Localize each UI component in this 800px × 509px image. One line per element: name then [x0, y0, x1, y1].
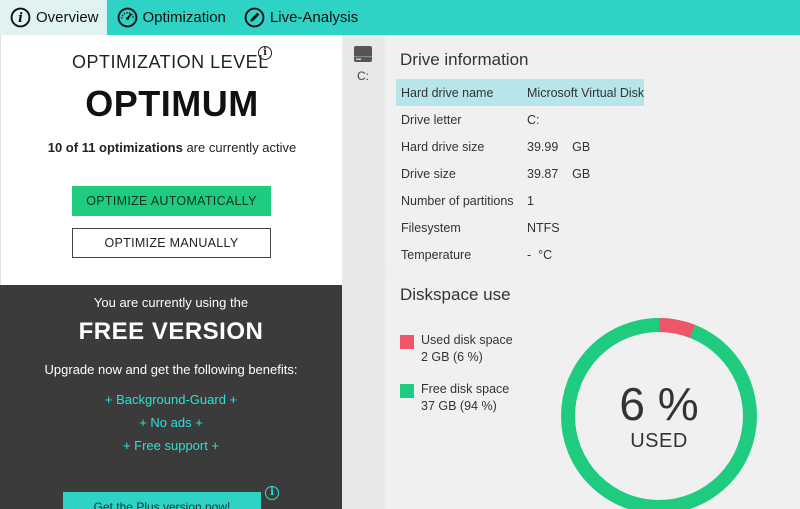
info-key: Number of partitions	[401, 194, 514, 208]
benefit-item: + Free support +	[122, 438, 220, 453]
info-row-hard-drive-name: Hard drive name Microsoft Virtual Disk	[396, 79, 644, 106]
info-row-partitions: Number of partitions 1	[396, 187, 644, 214]
upgrade-benefits-text: Upgrade now and get the following benefi…	[44, 362, 298, 377]
info-icon[interactable]: i	[258, 46, 272, 60]
info-key: Drive letter	[401, 113, 462, 127]
info-icon[interactable]: i	[265, 486, 279, 500]
tab-overview[interactable]: i Overview	[0, 0, 107, 35]
tab-optimization[interactable]: Optimization	[107, 0, 234, 35]
used-percent: 6 %	[619, 378, 699, 430]
used-caption: USED	[630, 430, 688, 452]
optimizations-count: 10 of 11 optimizations	[47, 140, 183, 155]
diskspace-panel: Diskspace use Used disk space 2 GB (6 %)…	[386, 273, 800, 509]
tab-bar: i Overview Optimization Live-Analysis	[0, 0, 800, 35]
free-legend-value: 37 GB (94 %)	[421, 399, 497, 413]
hard-drive-icon[interactable]	[353, 45, 373, 63]
optimizations-suffix: are currently active	[182, 140, 297, 155]
used-legend: Used disk space 2 GB (6 %)	[421, 332, 513, 366]
optimization-level-heading: OPTIMIZATION LEVEL	[72, 52, 269, 72]
info-key: Hard drive size	[401, 140, 485, 154]
info-value: Microsoft Virtual Disk	[527, 86, 645, 100]
drive-information-title: Drive information	[400, 50, 529, 69]
info-value: - °C	[527, 248, 553, 262]
free-version-heading: FREE VERSION	[78, 318, 264, 345]
info-row-drive-size: Drive size 39.87 GB	[396, 160, 644, 187]
info-row-filesystem: Filesystem NTFS	[396, 214, 644, 241]
free-legend: Free disk space 37 GB (94 %)	[421, 381, 509, 415]
info-value: NTFS	[527, 221, 560, 235]
info-key: Drive size	[401, 167, 456, 181]
get-plus-version-button[interactable]: Get the Plus version now!	[63, 492, 261, 509]
info-key: Filesystem	[401, 221, 461, 235]
used-legend-value: 2 GB (6 %)	[421, 350, 483, 364]
drive-label-c[interactable]: C:	[342, 69, 384, 83]
drive-list: C:	[342, 35, 384, 509]
optimization-panel: OPTIMIZATION LEVEL i OPTIMUM 10 of 11 op…	[0, 35, 342, 285]
free-legend-label: Free disk space	[421, 382, 510, 396]
info-row-drive-letter: Drive letter C:	[396, 106, 644, 133]
benefit-item: + No ads +	[139, 415, 203, 430]
optimizations-active-text: 10 of 11 optimizations are currently act…	[1, 140, 343, 155]
info-value: C:	[527, 113, 540, 127]
tab-optimization-label: Optimization	[142, 9, 226, 26]
info-row-hard-drive-size: Hard drive size 39.99 GB	[396, 133, 644, 160]
current-version-text: You are currently using the	[93, 295, 249, 310]
info-value: 1	[527, 194, 534, 208]
optimization-level-value: OPTIMUM	[85, 83, 259, 124]
info-value: 39.87 GB	[527, 167, 591, 181]
optimize-automatically-button[interactable]: OPTIMIZE AUTOMATICALLY	[72, 186, 271, 216]
pencil-icon	[244, 7, 265, 28]
upgrade-panel: You are currently using the FREE VERSION…	[0, 285, 342, 509]
info-value: 39.99 GB	[527, 140, 591, 154]
diskspace-title: Diskspace use	[400, 285, 511, 304]
info-key: Hard drive name	[401, 86, 494, 100]
svg-text:i: i	[18, 10, 23, 25]
free-legend-swatch	[400, 384, 414, 398]
tab-live-analysis-label: Live-Analysis	[269, 9, 359, 26]
info-icon: i	[10, 7, 31, 28]
optimize-manually-button[interactable]: OPTIMIZE MANUALLY	[72, 228, 271, 258]
info-row-temperature: Temperature - °C	[396, 241, 644, 268]
info-key: Temperature	[401, 248, 472, 262]
used-legend-swatch	[400, 335, 414, 349]
speedometer-icon	[117, 7, 137, 28]
drive-information-panel: Drive information Hard drive name Micros…	[386, 35, 800, 271]
tab-live-analysis[interactable]: Live-Analysis	[234, 0, 366, 35]
tab-overview-label: Overview	[36, 9, 99, 26]
used-legend-label: Used disk space	[421, 333, 513, 347]
benefit-item: + Background-Guard +	[104, 392, 238, 407]
